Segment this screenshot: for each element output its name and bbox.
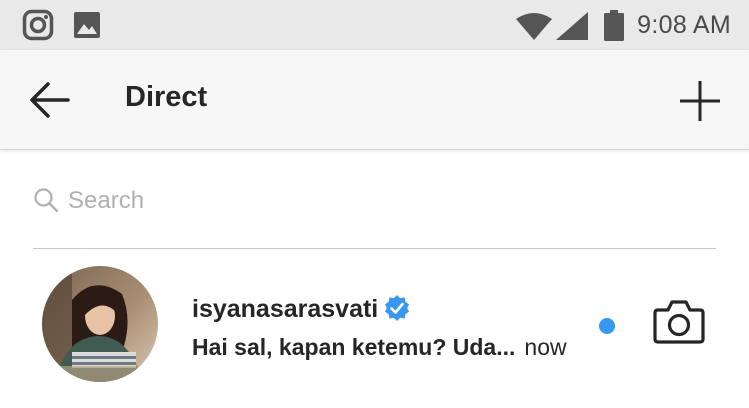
thread-username: isyanasarasvati xyxy=(192,294,379,323)
instagram-notification-icon xyxy=(22,9,54,46)
arrow-left-icon xyxy=(30,82,70,118)
avatar[interactable] xyxy=(42,266,158,382)
search-bar[interactable] xyxy=(33,165,716,249)
battery-icon xyxy=(604,10,624,46)
status-time: 9:08 AM xyxy=(637,11,731,39)
signal-icon xyxy=(556,12,588,45)
search-input[interactable] xyxy=(68,179,668,223)
page-title: Direct xyxy=(125,81,208,113)
thread-preview-row: Hai sal, kapan ketemu? Uda... now xyxy=(192,332,567,362)
back-button[interactable] xyxy=(24,78,76,122)
unread-indicator xyxy=(599,318,615,334)
verified-badge-icon xyxy=(384,294,410,326)
status-bar: 9:08 AM xyxy=(0,0,749,50)
search-icon xyxy=(33,187,59,218)
plus-icon xyxy=(680,81,720,121)
message-preview: Hai sal, kapan ketemu? Uda... xyxy=(192,333,516,360)
thread-username-row: isyanasarasvati xyxy=(192,292,410,326)
camera-icon xyxy=(653,300,705,344)
app-bar: Direct xyxy=(0,50,749,150)
new-message-button[interactable] xyxy=(675,76,725,126)
image-notification-icon xyxy=(73,11,101,44)
message-timestamp: now xyxy=(524,333,567,360)
thread-row[interactable]: isyanasarasvati Hai sal, kapan ketemu? U… xyxy=(0,262,749,392)
camera-button[interactable] xyxy=(652,298,706,346)
wifi-icon xyxy=(515,12,553,45)
